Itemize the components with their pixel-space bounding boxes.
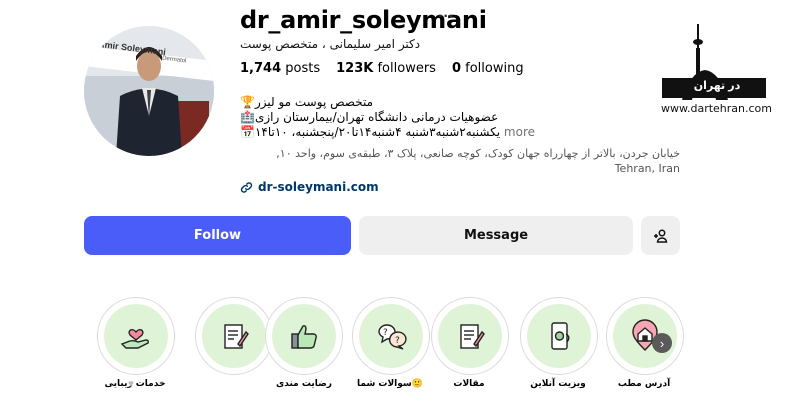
followers-stat[interactable]: 123K followers [336,61,436,76]
highlight-articles-edit[interactable] [195,297,273,375]
phone-medical-icon [551,322,570,350]
highlight-label-online-visit: ویزیت آنلاین [530,379,586,389]
highlight-label-clinic-address: آدرس مطب [617,379,671,389]
bio-line-3-row: 📅یکشنبه۲شنبه۳شنبه ۴شنبه۱۴تا۲۰/پنجشنبه، ۱… [240,125,535,140]
logo-text: در تهران [693,80,741,92]
following-label: following [465,61,524,76]
posts-stat[interactable]: 1,744 posts [240,61,320,76]
add-person-icon [653,229,667,243]
question-bubbles-icon: ? ? [378,324,407,350]
followers-count: 123K [336,61,374,76]
document-pencil-icon [224,324,249,349]
chevron-right-icon: › [659,335,665,351]
followers-label: followers [377,61,436,76]
profile-website-link[interactable]: dr-soleymani.com [240,180,379,194]
bio-line-3: 📅یکشنبه۲شنبه۳شنبه ۴شنبه۱۴تا۲۰/پنجشنبه، ۱… [240,125,501,139]
highlight-label-beauty: خدمات زیبایی [104,379,166,389]
highlight-online-visit[interactable] [520,297,598,375]
suggest-user-button[interactable] [641,216,680,255]
bio-more-link[interactable]: more [504,125,535,139]
highlight-beauty-services[interactable] [97,297,175,375]
posts-count: 1,744 [240,61,282,76]
svg-text:?: ? [383,328,388,338]
highlight-articles[interactable] [431,297,509,375]
highlight-satisfaction[interactable] [265,297,343,375]
website-link-text: dr-soleymani.com [258,180,379,194]
bio-line-1: 🏆متخصص پوست مو لیزر [240,95,373,109]
profile-address: خیابان جردن، بالاتر از چهارراه جهان کودک… [276,147,680,175]
profile-avatar[interactable]: Amir Soleymani Dermatol [84,26,214,156]
highlight-label-articles: مقالات [453,379,485,389]
highlight-clinic-address[interactable] [606,297,684,375]
highlight-questions[interactable]: ? ? [352,297,430,375]
heart-icon: ♥ [128,379,134,390]
follow-button[interactable]: Follow [84,216,351,255]
highlights-next-arrow[interactable]: › [652,333,672,353]
thumbs-up-icon [291,325,317,349]
hand-heart-icon [120,328,149,349]
profile-full-name: دکتر امیر سلیمانی ، متخصص پوست [240,37,421,51]
article-icon [460,324,485,349]
options-button[interactable]: ··· [438,8,454,26]
profile-bio: 🏆متخصص پوست مو لیزر 🏥عضوهیات درمانی دانش… [240,95,535,140]
svg-text:?: ? [395,336,400,346]
highlight-label-questions: 🙂سوالات شما [357,379,423,389]
following-stat[interactable]: 0 following [452,61,524,76]
highlight-label-satisfaction: رضایت مندی [276,379,332,389]
link-icon [240,181,253,193]
following-count: 0 [451,61,461,76]
profile-stats: 1,744 posts 123K followers 0 following [240,61,524,76]
message-button[interactable]: Message [359,216,633,255]
logo-url: www.dartehran.com [661,102,772,115]
posts-label: posts [285,61,321,76]
bio-line-2: 🏥عضوهیات درمانی دانشگاه تهران/بیمارستان … [240,110,499,124]
